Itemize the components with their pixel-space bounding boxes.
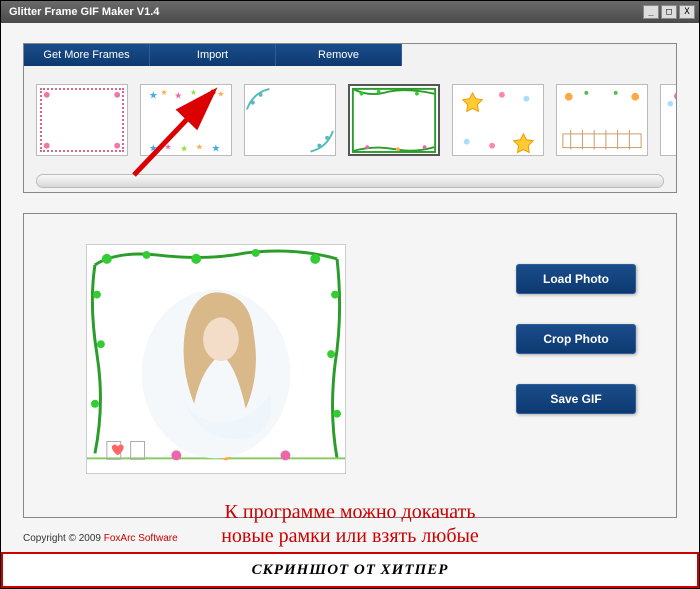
watermark-text: СКРИНШОТ ОТ ХИТПЕР [252, 562, 449, 579]
preview-image [86, 244, 346, 474]
frame-thumb[interactable] [660, 84, 676, 156]
remove-button[interactable]: Remove [276, 44, 402, 66]
watermark-box: СКРИНШОТ ОТ ХИТПЕР [1, 552, 699, 588]
titlebar: Glitter Frame GIF Maker V1.4 _ □ X [1, 1, 699, 23]
svg-text:★: ★ [211, 144, 220, 155]
svg-text:★: ★ [174, 91, 182, 101]
minimize-button[interactable]: _ [643, 5, 659, 19]
frames-scrollbar[interactable] [36, 174, 664, 188]
footer: Copyright © 2009 FoxArc Software [23, 533, 178, 544]
get-more-frames-button[interactable]: Get More Frames [24, 44, 150, 66]
svg-text:★: ★ [204, 91, 213, 102]
titlebar-controls: _ □ X [643, 5, 695, 19]
load-photo-button[interactable]: Load Photo [516, 264, 636, 294]
copyright-text: Copyright © 2009 [23, 533, 104, 544]
svg-text:★: ★ [161, 88, 168, 97]
maximize-button[interactable]: □ [661, 5, 677, 19]
svg-text:★: ★ [180, 144, 188, 154]
frame-thumb[interactable] [244, 84, 336, 156]
side-buttons: Load Photo Crop Photo Save GIF [516, 264, 636, 414]
svg-text:★: ★ [149, 144, 158, 155]
close-button[interactable]: X [679, 5, 695, 19]
import-button[interactable]: Import [150, 44, 276, 66]
frame-thumb[interactable]: ★★★★★★ ★★★★★ [140, 84, 232, 156]
app-window: Glitter Frame GIF Maker V1.4 _ □ X Get M… [0, 0, 700, 589]
client-area: Get More Frames Import Remove ★★★★★★ ★★★… [1, 23, 699, 588]
frame-thumb[interactable] [556, 84, 648, 156]
svg-text:★: ★ [164, 143, 171, 152]
svg-text:★: ★ [196, 143, 203, 152]
frames-panel: Get More Frames Import Remove ★★★★★★ ★★★… [23, 43, 677, 193]
save-gif-button[interactable]: Save GIF [516, 384, 636, 414]
svg-text:★: ★ [190, 88, 197, 97]
vendor-link[interactable]: FoxArc Software [104, 533, 178, 544]
frames-thumbstrip: ★★★★★★ ★★★★★ [24, 66, 676, 174]
crop-photo-button[interactable]: Crop Photo [516, 324, 636, 354]
svg-text:★: ★ [217, 90, 224, 99]
frame-thumb[interactable] [348, 84, 440, 156]
svg-text:★: ★ [149, 91, 158, 102]
preview-panel: Load Photo Crop Photo Save GIF [23, 213, 677, 518]
scrollbar-thumb[interactable] [37, 175, 663, 187]
frames-toolbar: Get More Frames Import Remove [24, 44, 676, 66]
frame-thumb[interactable] [452, 84, 544, 156]
frame-thumb[interactable] [36, 84, 128, 156]
window-title: Glitter Frame GIF Maker V1.4 [5, 6, 159, 18]
